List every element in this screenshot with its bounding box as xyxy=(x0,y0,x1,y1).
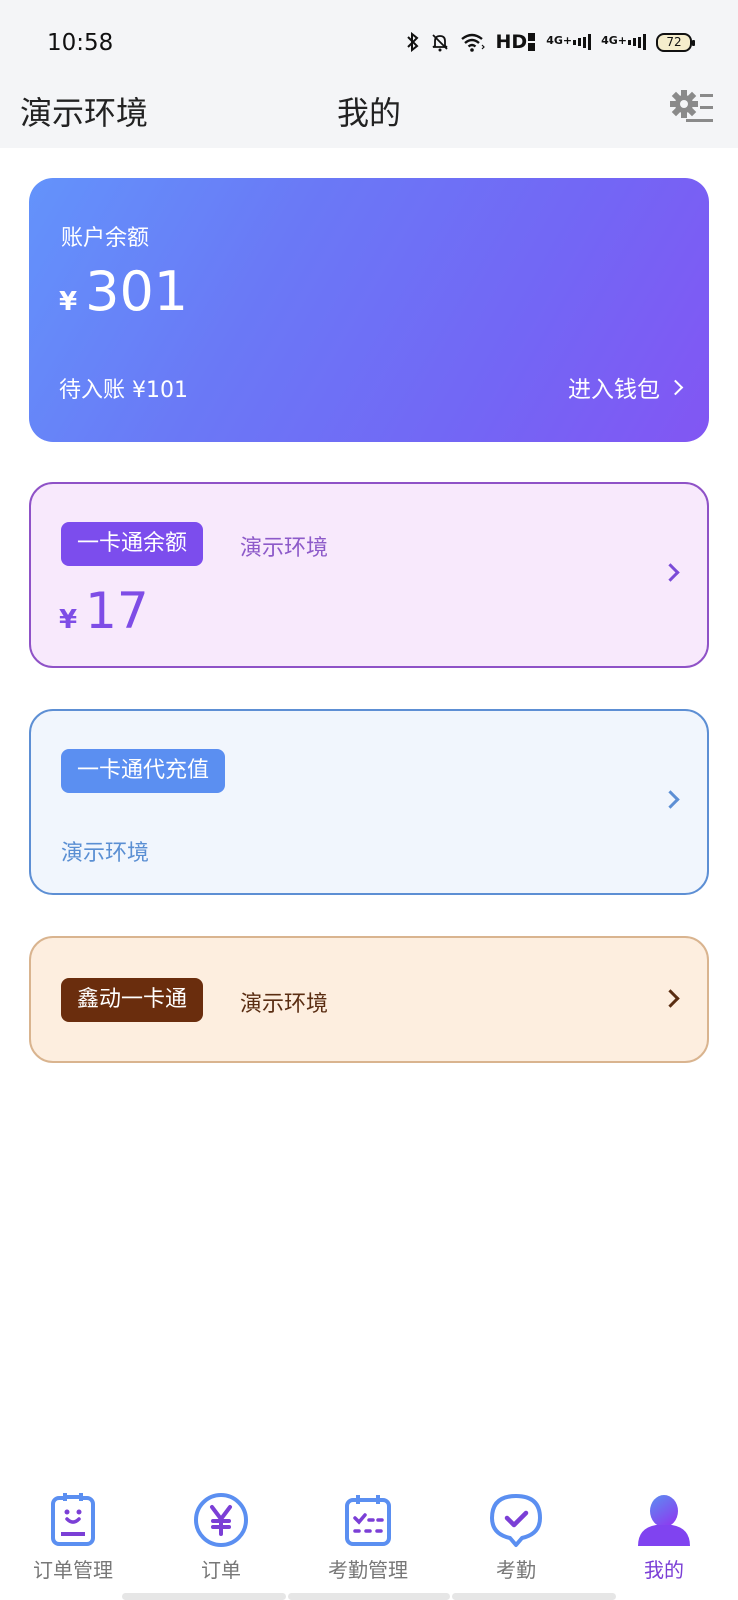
status-icons: HD 4G+ 4G+ 72 xyxy=(406,31,695,53)
tab-label: 订单 xyxy=(201,1558,241,1582)
card-subtitle: 演示环境 xyxy=(61,841,150,866)
home-indicator xyxy=(452,1593,616,1600)
currency-symbol: ¥ xyxy=(59,287,78,317)
enter-wallet-label: 进入钱包 xyxy=(568,377,660,403)
page-title: 我的 xyxy=(336,94,401,132)
card-tag: 一卡通余额 xyxy=(61,522,204,566)
tab-label: 订单管理 xyxy=(33,1558,113,1582)
home-indicator xyxy=(122,1593,286,1600)
card-tag: 一卡通代充值 xyxy=(61,749,226,793)
tab-attendance[interactable]: 考勤 xyxy=(456,1490,576,1583)
chevron-right-icon xyxy=(667,379,684,395)
tab-label: 考勤 xyxy=(496,1558,536,1582)
user-icon xyxy=(638,1495,690,1546)
tab-mine[interactable]: 我的 xyxy=(604,1490,724,1583)
currency-symbol: ¥ xyxy=(59,605,78,635)
calendar-check-icon xyxy=(345,1495,391,1546)
campus-card-balance: ¥ 17 xyxy=(59,582,149,640)
card-subtitle: 演示环境 xyxy=(240,536,329,561)
signal-4g-icon: 4G+ xyxy=(546,34,592,50)
bluetooth-icon xyxy=(406,32,420,52)
hd-icon: HD xyxy=(496,31,537,53)
hd-label: HD xyxy=(495,31,528,53)
tab-orders[interactable]: 订单 xyxy=(161,1490,281,1583)
tab-label: 我的 xyxy=(644,1558,684,1582)
home-indicator xyxy=(288,1593,450,1600)
wallet-balance: ¥ 301 xyxy=(59,260,188,323)
wallet-label: 账户余额 xyxy=(61,226,150,251)
campus-card-balance-card[interactable]: 一卡通余额 演示环境 ¥ 17 xyxy=(29,482,709,668)
signal-4g-icon: 4G+ xyxy=(601,34,646,50)
tab-label: 考勤管理 xyxy=(328,1558,408,1582)
card-tag: 鑫动一卡通 xyxy=(61,978,204,1022)
pending-amount: 待入账 ¥101 xyxy=(59,378,188,403)
campus-card-recharge-card[interactable]: 一卡通代充值 演示环境 xyxy=(29,709,709,895)
chevron-right-icon[interactable] xyxy=(661,563,680,583)
mute-bell-icon xyxy=(430,32,450,52)
network-type-1: 4G+ xyxy=(546,34,573,47)
battery-icon: 72 xyxy=(656,32,695,52)
chevron-right-icon[interactable] xyxy=(661,989,680,1009)
wifi-icon xyxy=(460,32,486,52)
network-type-2: 4G+ xyxy=(601,34,627,47)
status-bar: 10:58 HD 4G+ 4G+ 72 xyxy=(0,0,738,80)
nav-bar: 演示环境 我的 xyxy=(0,80,738,148)
chevron-right-icon[interactable] xyxy=(661,790,680,810)
xindong-card[interactable]: 鑫动一卡通 演示环境 xyxy=(29,936,709,1063)
settings-list-icon xyxy=(670,90,713,122)
enter-wallet-link[interactable]: 进入钱包 xyxy=(568,370,684,404)
clipboard-smile-icon xyxy=(51,1493,95,1546)
wallet-card[interactable]: 账户余额 ¥ 301 待入账 ¥101 进入钱包 xyxy=(29,178,709,442)
card-subtitle: 演示环境 xyxy=(240,992,329,1017)
tab-order-management[interactable]: 订单管理 xyxy=(13,1490,133,1583)
status-time: 10:58 xyxy=(47,30,114,56)
settings-button[interactable] xyxy=(670,86,716,126)
tab-attendance-management[interactable]: 考勤管理 xyxy=(308,1490,428,1583)
yen-circle-icon xyxy=(194,1493,248,1547)
campus-card-balance-value: 17 xyxy=(85,582,149,640)
tab-bar: 订单管理 订单 考勤管理 考勤 我的 xyxy=(0,1480,738,1600)
check-bubble-icon xyxy=(490,1494,542,1547)
wallet-balance-value: 301 xyxy=(85,260,189,323)
